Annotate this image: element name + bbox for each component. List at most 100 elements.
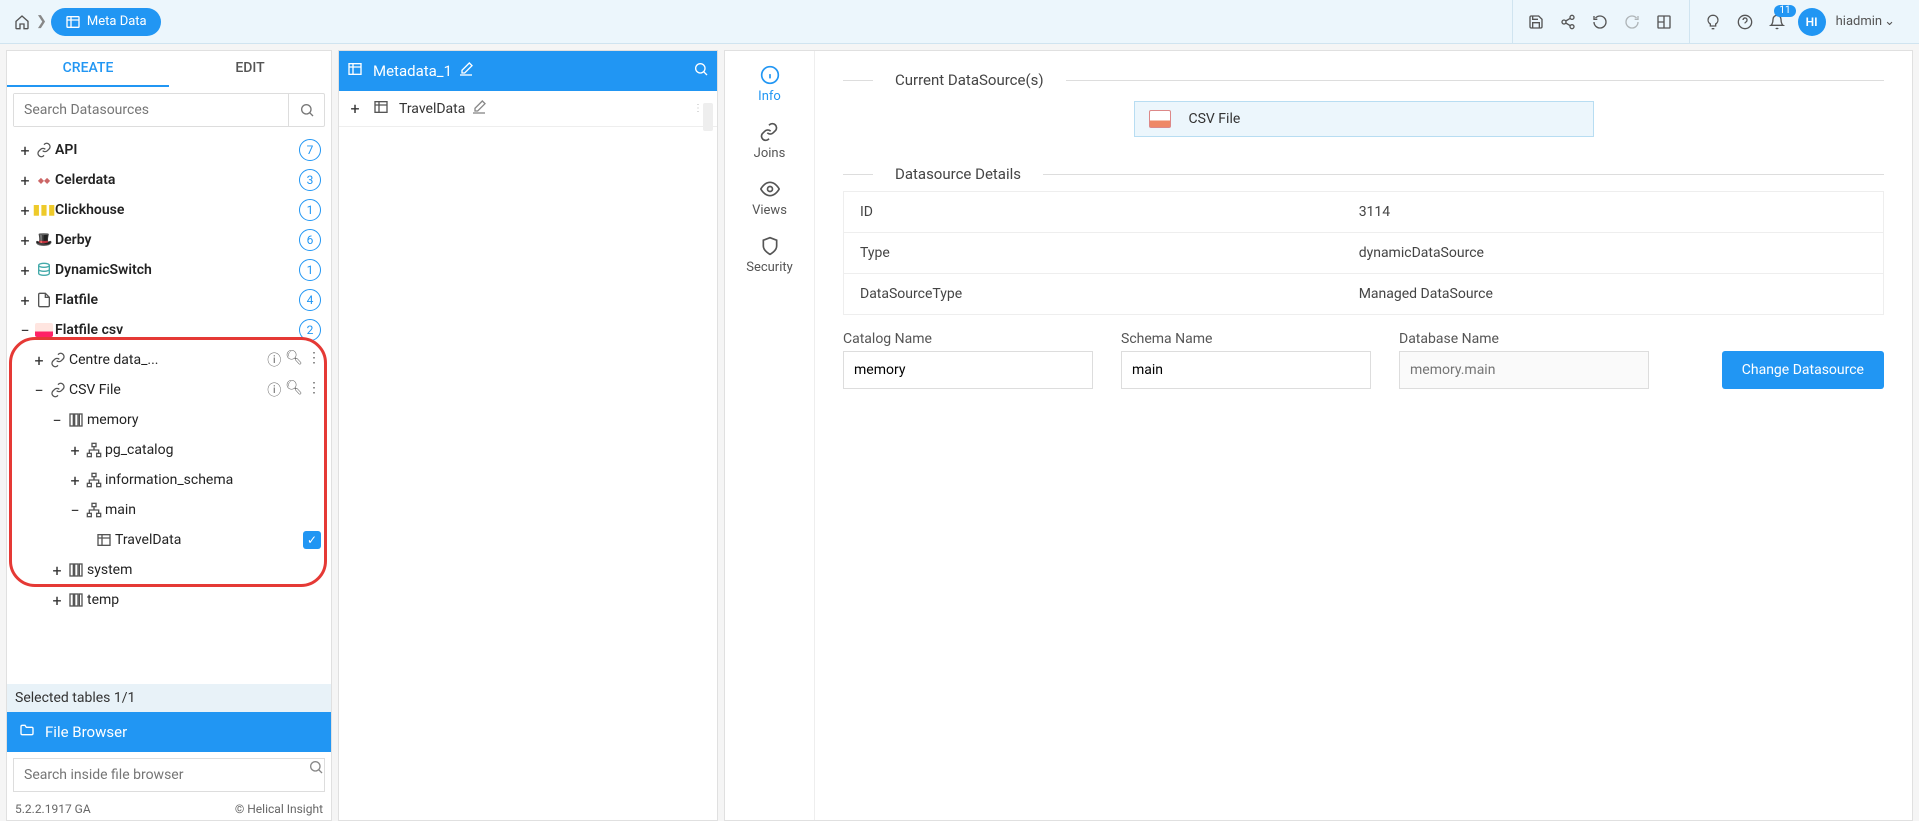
collapse-icon[interactable]: − [49, 411, 65, 430]
folder-icon [19, 722, 35, 742]
row-id: ID 3114 [844, 192, 1884, 233]
metadata-title: Metadata_1 [373, 62, 452, 80]
ds-clickhouse[interactable]: + ▮▮▮ Clickhouse 1 [11, 195, 327, 225]
bell-icon[interactable]: 11 [1766, 11, 1788, 33]
row-type: Type dynamicDataSource [844, 233, 1884, 274]
collapse-icon[interactable]: − [17, 321, 33, 340]
ds-main[interactable]: − main [11, 495, 327, 525]
breadcrumb: ❯ Meta Data [0, 0, 161, 43]
sidenav-security[interactable]: Security [746, 236, 793, 275]
search-icon[interactable] [288, 94, 324, 126]
csv-folder-icon [1149, 110, 1171, 128]
row-label: TravelData [399, 101, 465, 117]
ds-celerdata[interactable]: + ◆◆ Celerdata 3 [11, 165, 327, 195]
row-datasourcetype: DataSourceType Managed DataSource [844, 274, 1884, 315]
change-datasource-button[interactable]: Change Datasource [1722, 351, 1884, 389]
edit-icon[interactable] [471, 99, 487, 119]
scrollbar[interactable] [703, 103, 713, 131]
help-icon[interactable] [1734, 11, 1756, 33]
avatar[interactable]: HI [1798, 8, 1826, 36]
chevron-right-icon: ❯ [36, 14, 47, 29]
database-name-field: Database Name [1399, 331, 1649, 389]
edit-icon[interactable] [458, 61, 474, 81]
collapse-icon[interactable]: − [31, 381, 47, 400]
expand-icon[interactable]: + [67, 441, 83, 460]
search-input[interactable] [14, 94, 288, 126]
schema-input[interactable] [1121, 351, 1371, 389]
schema-icon [83, 472, 105, 488]
metadata-row-traveldata[interactable]: + TravelData ⋮⋮ [339, 91, 717, 127]
metadata-header: Metadata_1 [339, 51, 717, 91]
breadcrumb-metadata[interactable]: Meta Data [51, 8, 161, 36]
ds-system[interactable]: + system [11, 555, 327, 585]
expand-icon[interactable]: + [49, 591, 65, 610]
user-menu[interactable]: hiadmin⌄ [1836, 14, 1895, 29]
home-icon[interactable] [12, 12, 32, 32]
checkbox-checked[interactable]: ✓ [303, 531, 321, 549]
collapse-icon[interactable]: − [67, 501, 83, 520]
ds-centre-data[interactable]: + Centre data_... ⓘ🔍︎⋮ [11, 345, 327, 375]
search-icon[interactable]: 🔍︎ [285, 380, 303, 400]
schema-icon [83, 502, 105, 518]
tab-edit[interactable]: EDIT [169, 51, 331, 87]
ds-flatfile-csv[interactable]: − Flatfile csv 2 [11, 315, 327, 345]
expand-icon[interactable]: + [17, 261, 33, 280]
expand-icon[interactable]: + [17, 201, 33, 220]
table-icon [347, 61, 363, 81]
search-icon[interactable]: 🔍︎ [285, 350, 303, 370]
database-icon [33, 262, 55, 278]
link-icon [47, 352, 69, 368]
expand-icon[interactable]: + [17, 291, 33, 310]
ds-flatfile[interactable]: + Flatfile 4 [11, 285, 327, 315]
tab-create[interactable]: CREATE [7, 51, 169, 87]
file-icon [33, 292, 55, 308]
file-search-input[interactable] [14, 759, 308, 791]
section-current-datasources: Current DataSource(s) [887, 71, 1052, 89]
layout-icon[interactable] [1653, 11, 1675, 33]
file-browser-search [13, 758, 325, 792]
ds-temp[interactable]: + temp [11, 585, 327, 615]
sidebar: CREATE EDIT + API 7 + ◆◆ Celerdata 3 + [6, 50, 332, 821]
expand-icon[interactable]: + [17, 171, 33, 190]
save-icon[interactable] [1525, 11, 1547, 33]
count-badge: 6 [299, 229, 321, 251]
sidenav-joins[interactable]: Joins [754, 122, 786, 161]
expand-icon[interactable]: + [67, 471, 83, 490]
expand-icon[interactable]: + [17, 141, 33, 160]
count-badge: 1 [299, 259, 321, 281]
expand-icon[interactable]: + [31, 351, 47, 370]
lightbulb-icon[interactable] [1702, 11, 1724, 33]
ds-pg-catalog[interactable]: + pg_catalog [11, 435, 327, 465]
ds-api[interactable]: + API 7 [11, 135, 327, 165]
more-icon[interactable]: ⋮ [307, 380, 321, 400]
sidenav-info[interactable]: Info [758, 65, 781, 104]
info-icon[interactable]: ⓘ [267, 380, 281, 400]
csv-file-card[interactable]: CSV File [1134, 101, 1594, 137]
link-icon [47, 382, 69, 398]
derby-icon: 🎩 [33, 232, 55, 248]
info-icon[interactable]: ⓘ [267, 350, 281, 370]
search-icon[interactable] [693, 61, 709, 81]
more-icon[interactable]: ⋮ [307, 350, 321, 370]
ds-traveldata[interactable]: TravelData ✓ [11, 525, 327, 555]
sidebar-footer: 5.2.2.1917 GA © Helical Insight [7, 798, 331, 820]
database-input [1399, 351, 1649, 389]
topbar-actions: 11 HI hiadmin⌄ [1512, 0, 1919, 43]
expand-icon[interactable]: + [49, 561, 65, 580]
expand-icon[interactable]: + [17, 231, 33, 250]
ds-dynamicswitch[interactable]: + DynamicSwitch 1 [11, 255, 327, 285]
sidenav-views[interactable]: Views [752, 179, 787, 218]
ds-information-schema[interactable]: + information_schema [11, 465, 327, 495]
share-icon[interactable] [1557, 11, 1579, 33]
ds-derby[interactable]: + 🎩 Derby 6 [11, 225, 327, 255]
expand-icon[interactable]: + [347, 99, 363, 118]
redo-icon[interactable] [1621, 11, 1643, 33]
ds-csv-file[interactable]: − CSV File ⓘ🔍︎⋮ [11, 375, 327, 405]
catalog-input[interactable] [843, 351, 1093, 389]
table-icon [373, 99, 389, 119]
ds-memory[interactable]: − memory [11, 405, 327, 435]
search-icon[interactable] [308, 759, 324, 791]
celerdata-icon: ◆◆ [33, 176, 55, 185]
undo-icon[interactable] [1589, 11, 1611, 33]
file-browser-button[interactable]: File Browser [7, 712, 331, 752]
